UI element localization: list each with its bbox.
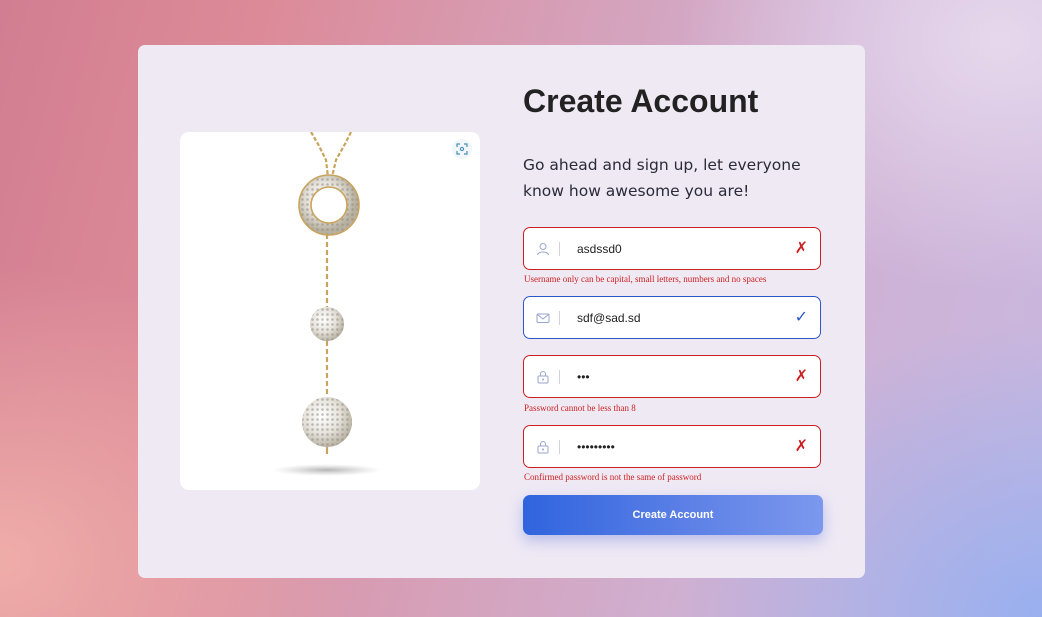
invalid-icon: ✗ bbox=[794, 238, 808, 257]
invalid-icon: ✗ bbox=[794, 366, 808, 385]
lock-icon bbox=[537, 371, 549, 384]
invalid-icon: ✗ bbox=[794, 436, 808, 455]
email-input[interactable] bbox=[577, 307, 787, 329]
password-field: ✗ bbox=[523, 355, 821, 398]
username-error: Username only can be capital, small lett… bbox=[524, 274, 767, 284]
mail-icon bbox=[536, 313, 550, 323]
expand-image-button[interactable] bbox=[452, 139, 472, 159]
product-image-panel bbox=[180, 132, 480, 490]
expand-scan-icon bbox=[456, 143, 468, 155]
confirm-password-error: Confirmed password is not the same of pa… bbox=[524, 472, 702, 482]
field-divider bbox=[559, 242, 560, 256]
lock-icon bbox=[537, 441, 549, 454]
field-divider bbox=[559, 440, 560, 454]
user-icon bbox=[537, 243, 549, 256]
signup-card: Create Account Go ahead and sign up, let… bbox=[138, 45, 865, 578]
page-subtitle: Go ahead and sign up, let everyone know … bbox=[523, 156, 801, 200]
password-error: Password cannot be less than 8 bbox=[524, 403, 636, 413]
confirm-password-input[interactable] bbox=[577, 436, 787, 458]
username-input[interactable] bbox=[577, 238, 787, 260]
field-divider bbox=[559, 311, 560, 325]
necklace-image bbox=[272, 132, 382, 476]
valid-icon: ✓ bbox=[794, 307, 808, 326]
confirm-password-field: ✗ bbox=[523, 425, 821, 468]
email-field: ✓ bbox=[523, 296, 821, 339]
page-title: Create Account bbox=[523, 83, 759, 119]
username-field: ✗ bbox=[523, 227, 821, 270]
field-divider bbox=[559, 370, 560, 384]
create-account-button[interactable]: Create Account bbox=[523, 495, 823, 535]
password-input[interactable] bbox=[577, 366, 787, 388]
